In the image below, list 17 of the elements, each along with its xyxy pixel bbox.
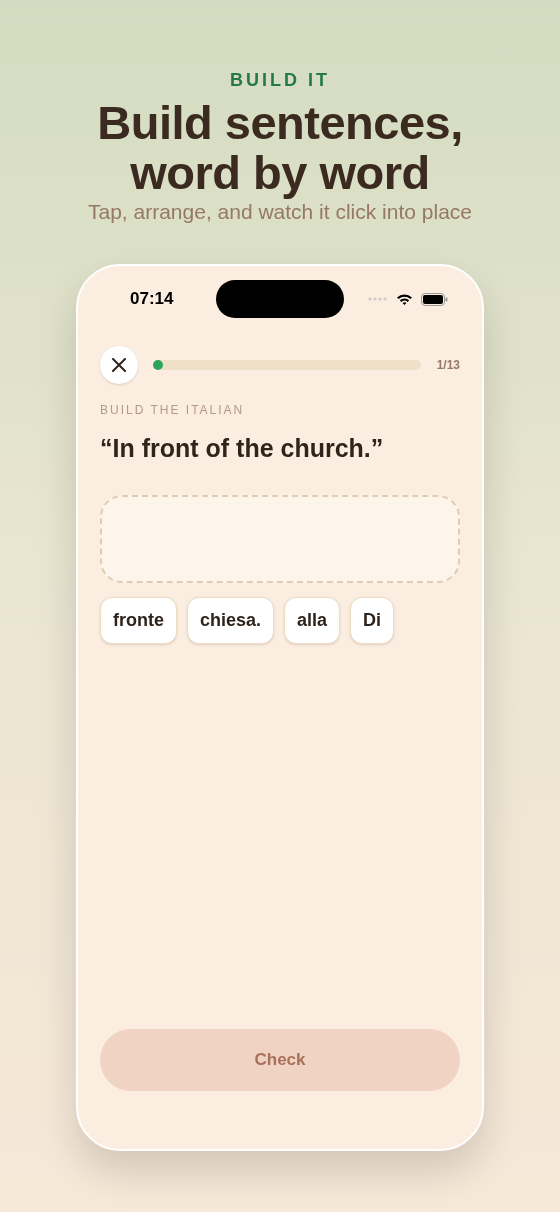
status-time: 07:14 — [130, 288, 175, 311]
headline: word by word — [130, 148, 430, 198]
prompt-label: BUILD THE ITALIAN — [100, 402, 246, 419]
close-icon — [112, 358, 126, 372]
signal-icon — [368, 297, 388, 301]
progress-counter: 1/13 — [436, 357, 460, 374]
headline: Build sentences, — [97, 98, 463, 148]
word-chip[interactable]: alla — [284, 597, 341, 644]
battery-icon — [421, 292, 448, 306]
word-chip[interactable]: fronte — [100, 597, 177, 644]
subtitle: Tap, arrange, and watch it click into place — [87, 199, 472, 225]
eyebrow-label: BUILD IT — [230, 69, 330, 92]
prompt-sentence: “In front of the church.” — [100, 433, 385, 464]
word-chip[interactable]: chiesa. — [187, 597, 275, 644]
word-chip[interactable]: Di — [350, 597, 395, 644]
close-button[interactable] — [100, 346, 138, 384]
wifi-icon — [396, 292, 413, 306]
